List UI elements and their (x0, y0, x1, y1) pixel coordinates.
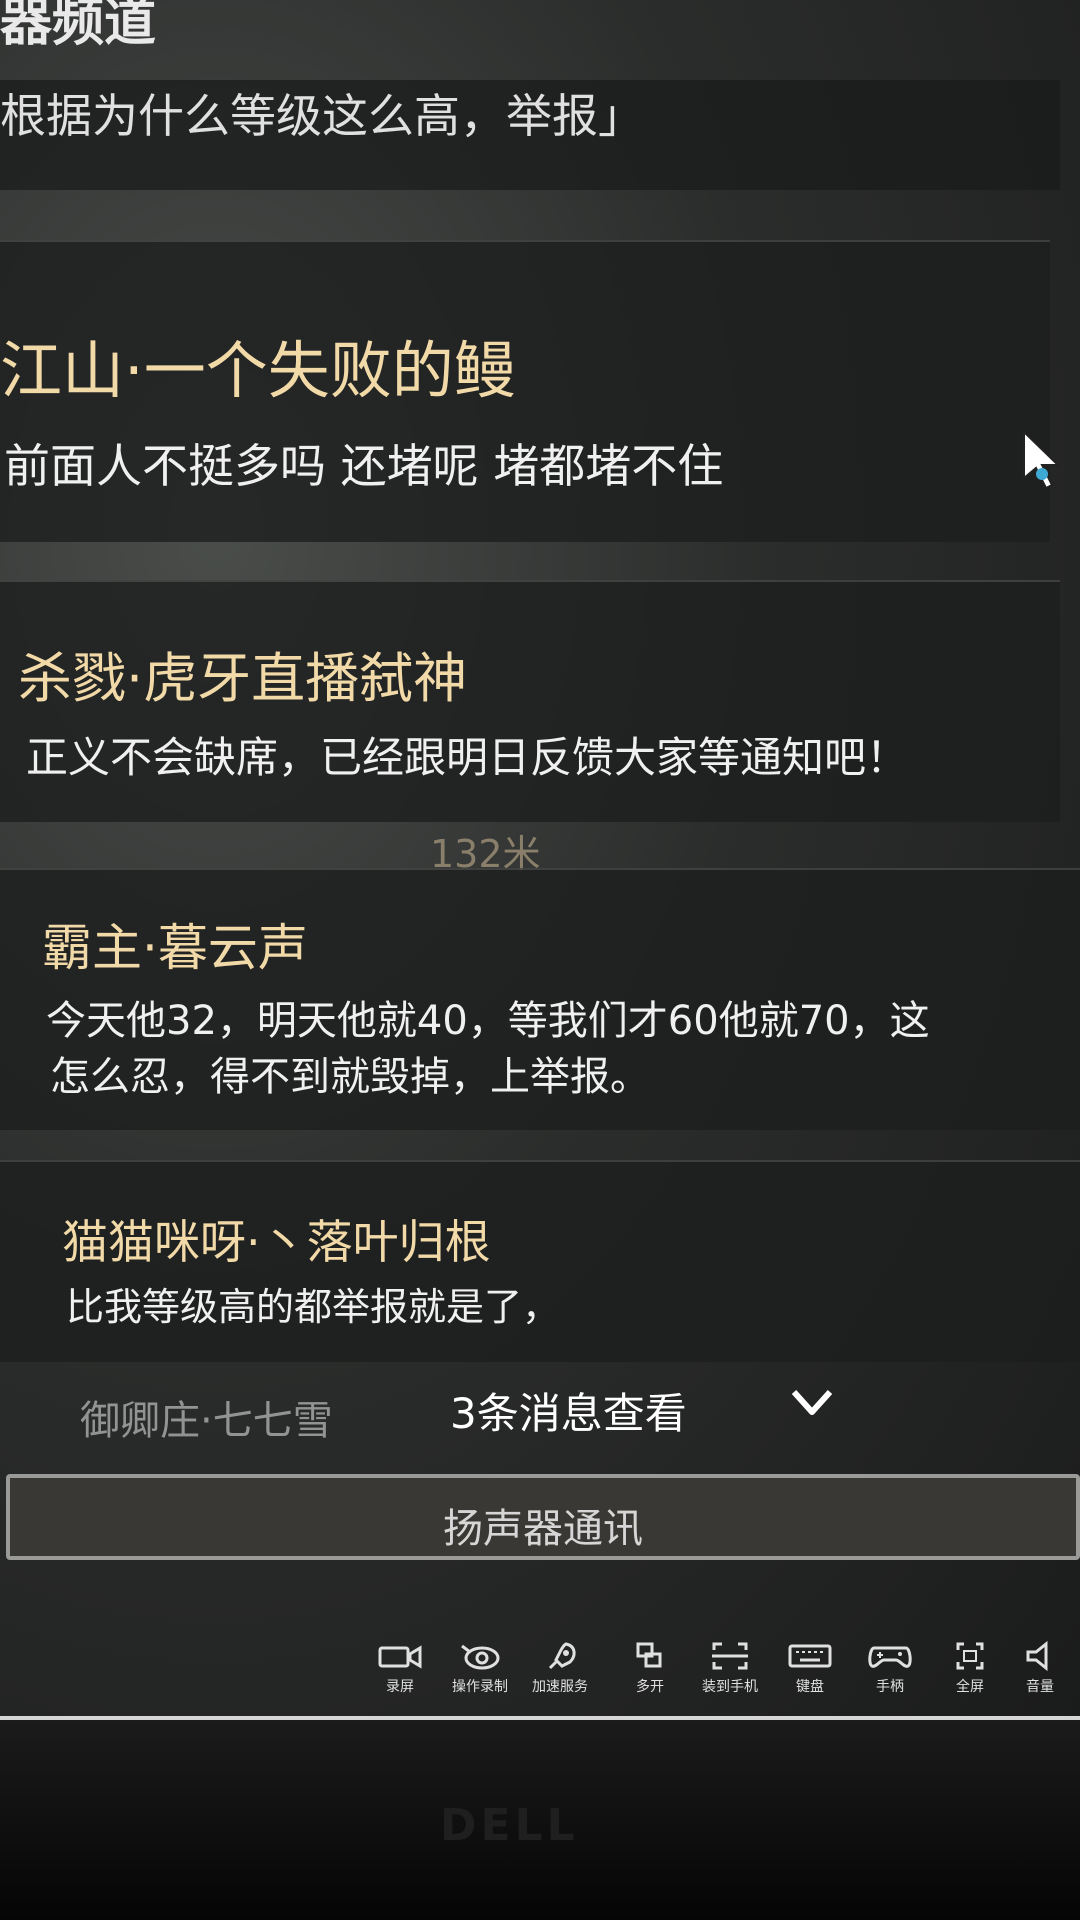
toolbar-label: 手柄 (876, 1679, 904, 1695)
multi-instance-button[interactable]: 多开 (610, 1640, 690, 1696)
sender-name: 杀戮·虎牙直播弑神 (18, 647, 468, 710)
more-messages-row[interactable]: 御卿庄·七七雪 3条消息查看 (0, 1380, 1080, 1450)
toolbar-label: 录屏 (386, 1679, 414, 1695)
keyboard-button[interactable]: 键盘 (770, 1640, 850, 1696)
message-card: 江山·一个失败的鳗 前面人不挺多吗 还堵呢 堵都堵不住 (0, 240, 1050, 542)
fullscreen-button[interactable]: 全屏 (930, 1640, 1010, 1696)
speaker-comm-button[interactable]: 扬声器通讯 (6, 1474, 1080, 1560)
install-to-phone-button[interactable]: 装到手机 (690, 1640, 770, 1696)
toolbar-label: 音量 (1026, 1679, 1054, 1695)
message-text: 前面人不挺多吗 还堵呢 堵都堵不住 (4, 439, 724, 493)
mouse-cursor-icon (1023, 430, 1061, 490)
toolbar-label: 加速服务 (532, 1679, 588, 1695)
sender-name: 霸主·暮云声 (42, 919, 308, 977)
message-text: 比我等级高的都举报就是了， (66, 1285, 561, 1329)
message-text: 正义不会缺席，已经跟明日反馈大家等通知吧！ (26, 733, 909, 782)
gamepad-button[interactable]: 手柄 (850, 1640, 930, 1696)
message-text-line2: 怎么忍，得不到就毁掉，上举报。 (50, 1054, 650, 1100)
view-more-messages-label[interactable]: 3条消息查看 (450, 1380, 687, 1441)
channel-title: 器频道 (0, 0, 157, 53)
accelerate-service-button[interactable]: 加速服务 (520, 1640, 600, 1696)
speaker-comm-label: 扬声器通讯 (443, 1506, 643, 1552)
toolbar-label: 键盘 (796, 1679, 824, 1695)
operation-record-button[interactable]: 操作录制 (440, 1640, 520, 1696)
sender-name: 江山·一个失败的鳗 (0, 334, 516, 407)
gamepad-icon (868, 1646, 912, 1668)
chevron-down-icon[interactable] (790, 1386, 834, 1420)
monitor-brand-logo: DELL (440, 1800, 579, 1851)
sender-name: 猫猫咪呀·丶落叶归根 (62, 1215, 491, 1269)
partial-message-text: 根据为什么等级这么高，举报」 (0, 89, 644, 143)
volume-button[interactable]: 音量 (1000, 1640, 1080, 1696)
multi-window-icon (636, 1642, 662, 1668)
message-card: 杀戮·虎牙直播弑神 正义不会缺席，已经跟明日反馈大家等通知吧！ (0, 580, 1060, 822)
toolbar-label: 多开 (636, 1679, 664, 1695)
toolbar-label: 装到手机 (702, 1679, 758, 1695)
rocket-icon (548, 1642, 576, 1670)
message-text: 今天他32，明天他就40，等我们才60他就70，这 (46, 998, 930, 1044)
volume-icon (1026, 1640, 1048, 1672)
video-camera-icon (378, 1645, 422, 1669)
message-card: 霸主·暮云声 今天他32，明天他就40，等我们才60他就70，这 怎么忍，得不到… (0, 868, 1080, 1130)
scan-phone-icon (712, 1642, 748, 1670)
message-card: 猫猫咪呀·丶落叶归根 比我等级高的都举报就是了， (0, 1160, 1080, 1362)
toolbar-label: 操作录制 (452, 1679, 508, 1695)
eye-record-icon (461, 1644, 500, 1670)
emulator-toolbar: 录屏 操作录制 加速服务 多开 装到手机 键盘 手柄 全屏 音量 (360, 1640, 1080, 1720)
game-screen: 器频道 根据为什么等级这么高，举报」 江山·一个失败的鳗 前面人不挺多吗 还堵呢… (0, 0, 1080, 1750)
message-card-partial: 根据为什么等级这么高，举报」 (0, 80, 1060, 190)
partial-sender-name: 御卿庄·七七雪 (80, 1398, 333, 1444)
fullscreen-icon (956, 1642, 984, 1670)
record-screen-button[interactable]: 录屏 (360, 1640, 440, 1696)
toolbar-label: 全屏 (956, 1679, 984, 1695)
keyboard-icon (788, 1644, 832, 1668)
